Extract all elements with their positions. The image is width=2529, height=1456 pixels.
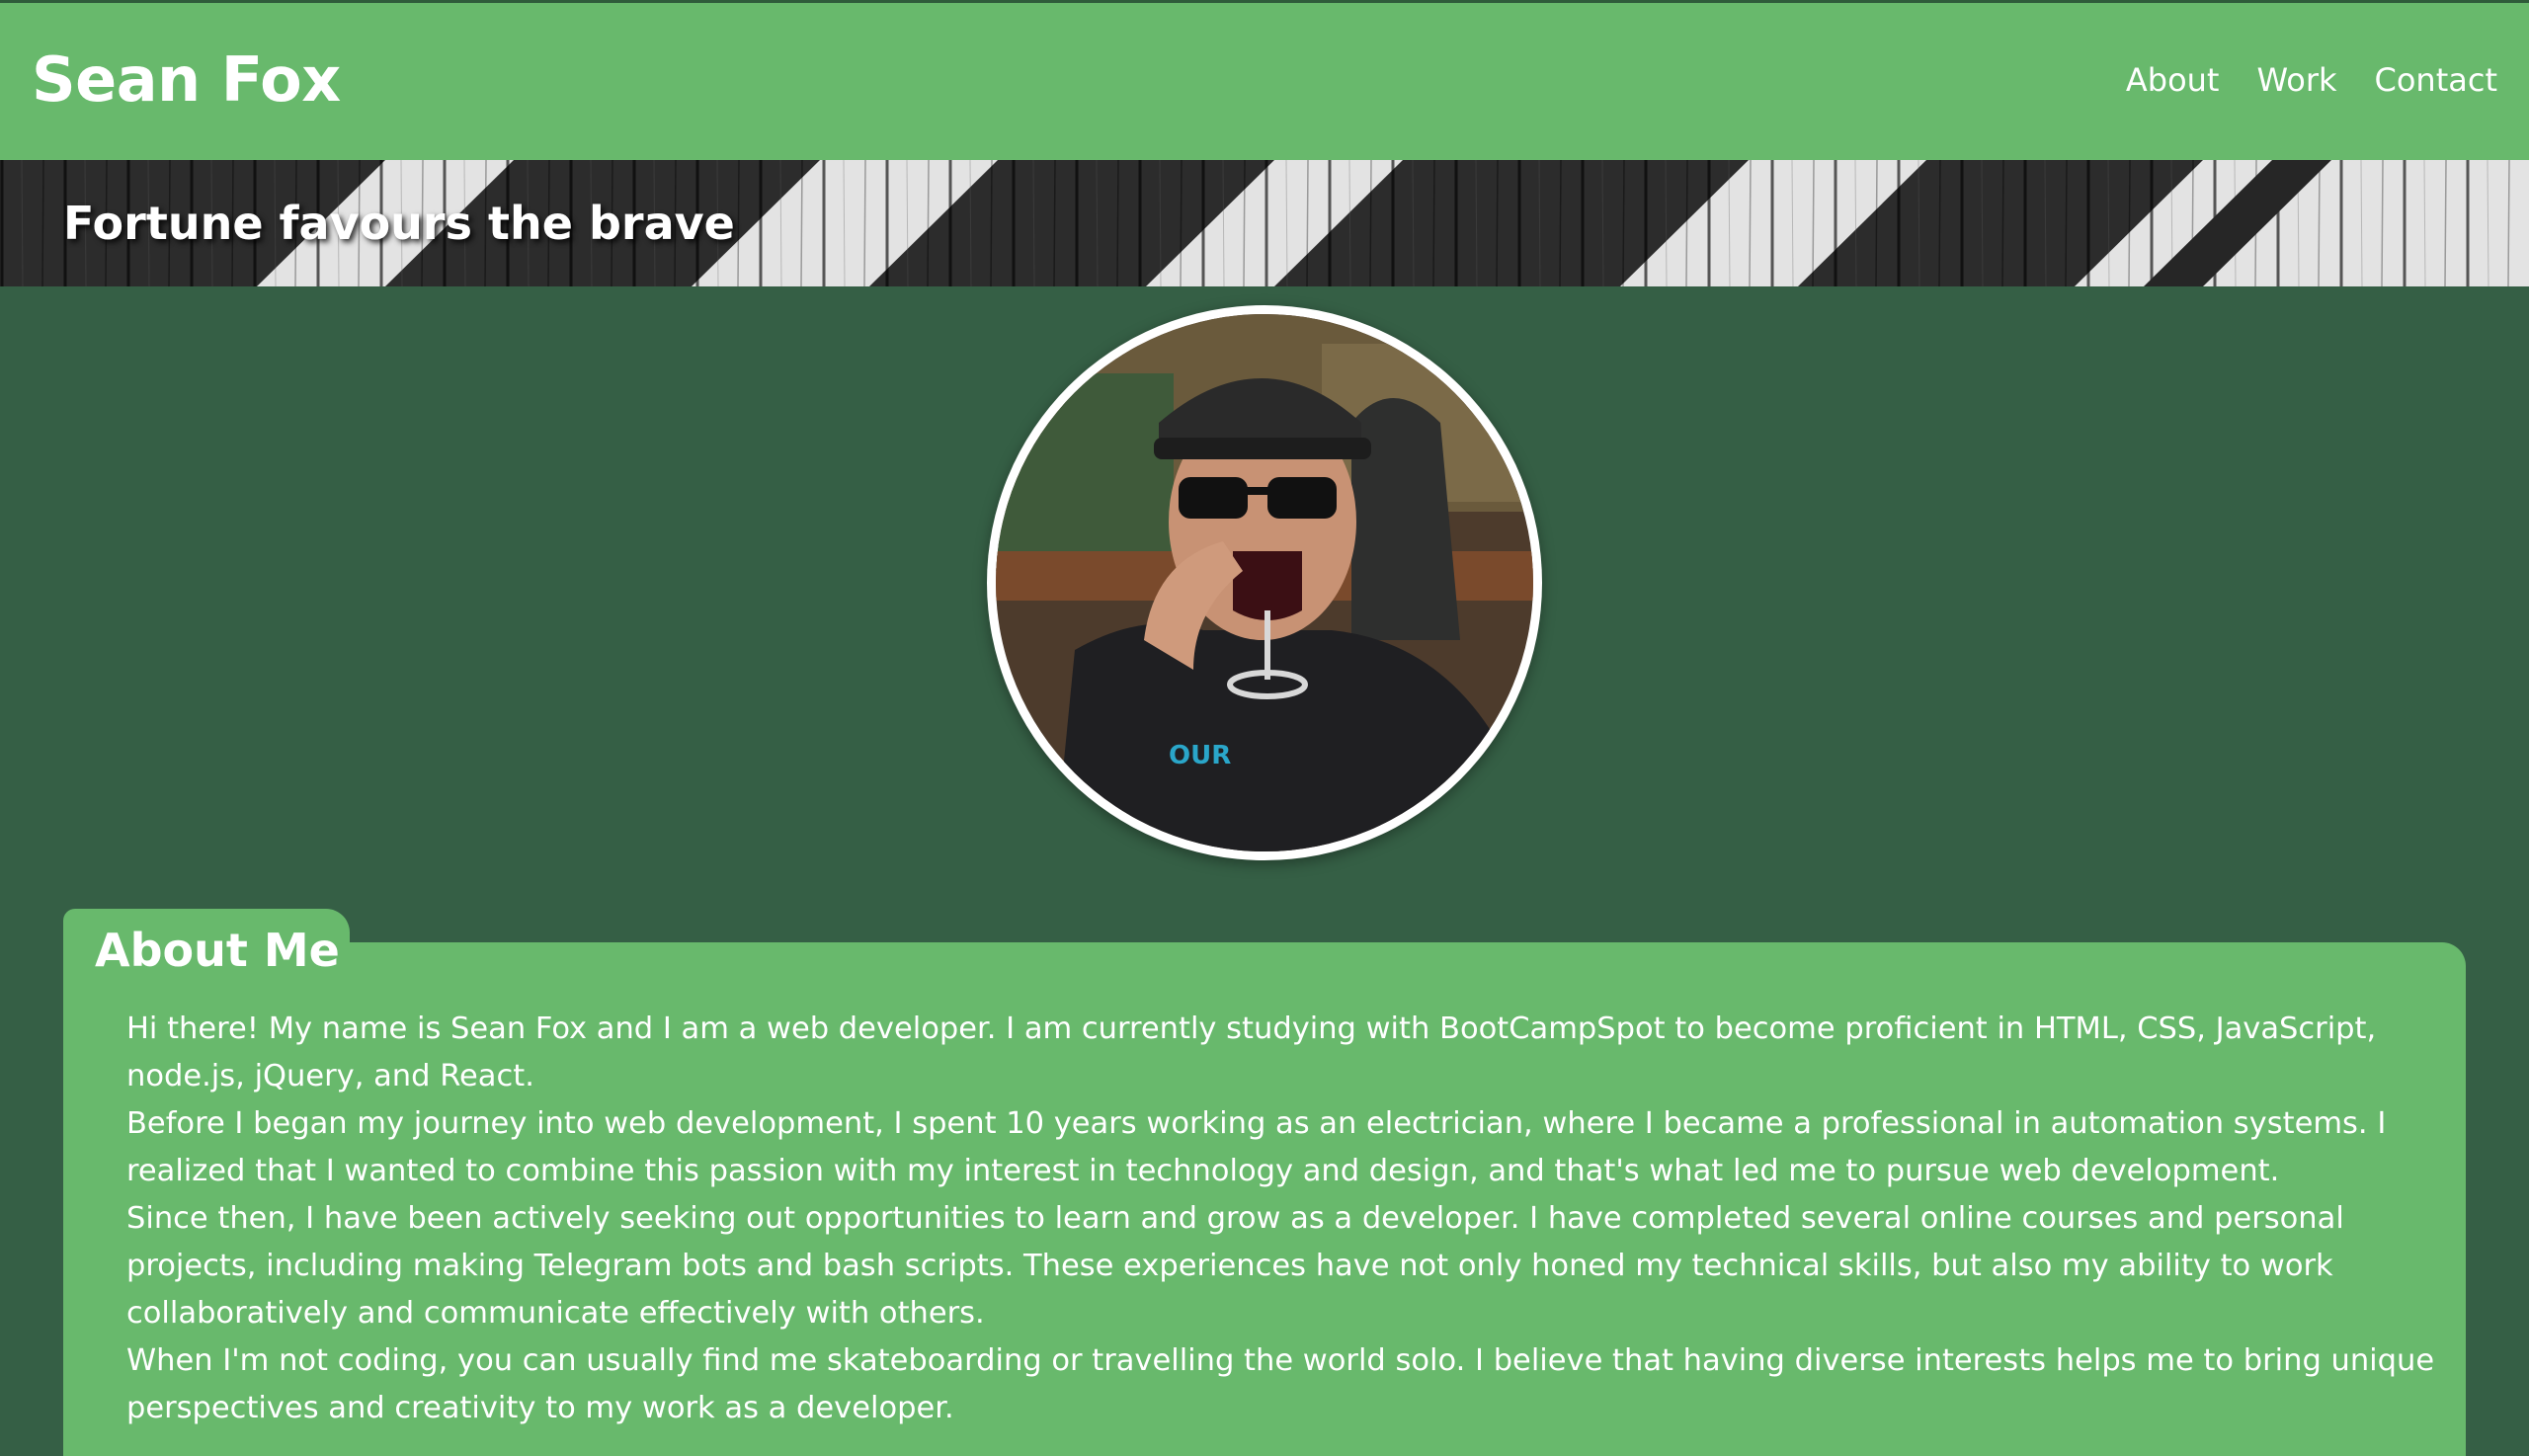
about-section: About Me Hi there! My name is Sean Fox a… — [63, 909, 2466, 1456]
site-title[interactable]: Sean Fox — [32, 44, 341, 116]
nav-link-work[interactable]: Work — [2256, 60, 2336, 100]
about-body: Hi there! My name is Sean Fox and I am a… — [126, 1006, 2438, 1432]
site-header: Sean Fox About Work Contact — [0, 3, 2529, 160]
svg-text:OUR: OUR — [1169, 741, 1231, 770]
hero-banner: Fortune favours the brave — [0, 160, 2529, 286]
about-paragraph: Hi there! My name is Sean Fox and I am a… — [126, 1011, 2377, 1093]
about-paragraph: Before I began my journey into web devel… — [126, 1106, 2387, 1188]
hero-tagline: Fortune favours the brave — [63, 197, 735, 250]
about-heading: About Me — [95, 924, 340, 977]
nav-link-about[interactable]: About — [2126, 60, 2220, 100]
about-paragraph: Since then, I have been actively seeking… — [126, 1201, 2344, 1331]
about-paragraph: When I'm not coding, you can usually fin… — [126, 1343, 2435, 1425]
main-nav: About Work Contact — [2126, 60, 2497, 100]
nav-link-contact[interactable]: Contact — [2375, 60, 2498, 100]
profile-photo: OUR — [996, 314, 1533, 851]
profile-photo-frame: OUR — [987, 305, 1542, 860]
